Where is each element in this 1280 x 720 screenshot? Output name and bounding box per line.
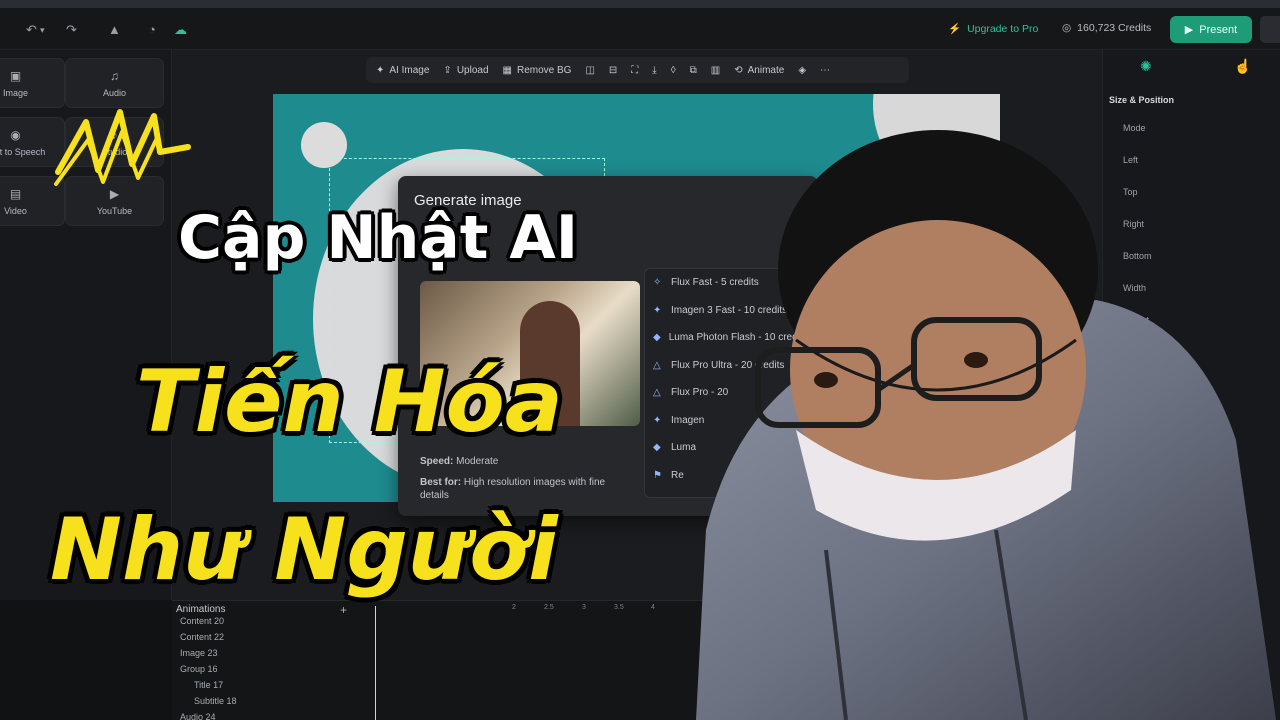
color-button[interactable]: ◊ [671,65,676,76]
speech-icon: ◉ [10,127,21,142]
model-icon: ◆ [653,442,661,454]
audio-icon: ♫ [110,68,119,83]
animate-button[interactable]: ⟲ Animate [734,65,784,76]
play-icon: ▶ [1184,24,1194,36]
download-button[interactable]: ⤓ [652,65,656,76]
model-icon: ✦ [653,414,662,426]
flip-h-button[interactable]: ◫ [585,65,594,76]
timeline-tick: 3.5 [614,604,624,611]
triangle-icon[interactable]: ▲ [108,22,121,37]
layer-row[interactable]: Content 22 [180,632,224,642]
cloud-saved-icon: ☁ [174,22,187,37]
video-icon: ▤ [9,186,22,201]
model-icon: ✦ [653,304,662,316]
upload-icon: ⇪ [443,64,452,76]
flip-v-button[interactable]: ⊟ [609,65,617,76]
ai-image-button[interactable]: ✦ AI Image [376,65,429,76]
timeline-tick: 3 [582,604,586,611]
crop-button[interactable]: ⛶ [631,65,638,76]
lock-button[interactable] [1260,16,1280,43]
layer-row[interactable]: Title 17 [194,680,223,690]
more-button[interactable]: ⋯ [820,65,830,76]
sparkle-icon: ✦ [376,64,385,76]
bolt-icon: ⚡ [948,23,962,35]
palette-icon[interactable]: ✺ [1140,58,1152,75]
image-icon: ▣ [9,68,22,83]
element-toolbar: ✦ AI Image ⇪ Upload ▦ Remove BG ◫ ⊟ ⛶ ⤓ ◊ ⧉… [366,57,909,83]
overlay-title-line-3: Như Người [50,500,558,600]
overlay-title-line-1: Cập Nhật AI [178,203,579,273]
present-button[interactable]: ▶ Present [1170,16,1252,43]
layer-row[interactable]: Audio 24 [180,712,216,720]
best-for-info: Best for: High resolution images with fi… [420,477,606,501]
animations-heading: Animations [176,604,226,615]
remove-bg-button[interactable]: ▦ Remove BG [503,65,572,76]
undo-icon[interactable]: ↶ [26,22,37,38]
upgrade-to-pro-link[interactable]: ⚡ Upgrade to Pro [948,22,1038,36]
overlay-title-line-2: Tiến Hóa [136,352,563,452]
animate-icon: ⟲ [734,64,743,76]
model-icon: ✧ [653,277,662,289]
delete-button[interactable]: ▥ [711,65,720,76]
model-icon: ◆ [653,332,661,344]
zigzag-doodle [54,109,191,186]
coins-icon: ◎ [1062,22,1072,34]
timeline-tick: 2 [512,604,516,611]
playhead[interactable] [375,606,376,720]
model-icon: ⚑ [653,469,662,481]
model-icon: △ [653,387,661,399]
timeline-tick: 2.5 [544,604,554,611]
presenter-photo [696,130,1276,720]
layer-row[interactable]: Subtitle 18 [194,696,237,706]
size-position-heading: Size & Position [1109,95,1175,105]
interaction-icon[interactable]: ☝ [1234,58,1251,75]
chevron-down-icon[interactable]: ▾ [40,25,45,36]
history-icon[interactable]: ◔ [148,22,156,37]
redo-icon[interactable]: ↷ [66,22,77,38]
layer-row[interactable]: Image 23 [180,648,218,658]
layer-row[interactable]: Content 20 [180,616,224,626]
layer-row[interactable]: Group 16 [180,664,218,674]
model-icon: △ [653,359,661,371]
add-icon[interactable]: + [340,603,347,617]
grid-icon: ▦ [502,64,512,76]
credits-counter: ◎ 160,723 Credits [1062,22,1152,34]
duplicate-button[interactable]: ⧉ [690,65,697,76]
layers-button[interactable]: ◈ [798,65,806,76]
upload-button[interactable]: ⇪ Upload [443,65,488,76]
timeline-tick: 4 [651,604,655,611]
speed-info: Speed: Moderate [420,456,499,467]
